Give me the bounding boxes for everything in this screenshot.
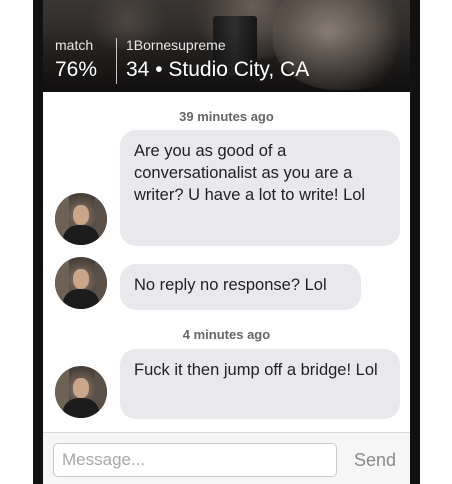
message-bubble: Are you as good of a conversationalist a… — [120, 130, 400, 246]
profile-header[interactable]: match 76% 1Bornesupreme 34 • Studio City… — [43, 0, 410, 92]
message-timestamp: 4 minutes ago — [182, 327, 271, 342]
sender-avatar[interactable] — [55, 257, 107, 309]
message-bubble: Fuck it then jump off a bridge! Lol — [120, 349, 400, 419]
margin-left — [0, 0, 36, 484]
phone-bezel-left — [33, 0, 43, 484]
avatar-body — [63, 225, 99, 245]
profile-age-location: 34 • Studio City, CA — [126, 58, 310, 81]
chat-screen: match 76% 1Bornesupreme 34 • Studio City… — [43, 0, 410, 484]
send-button[interactable]: Send — [347, 443, 403, 477]
avatar-face — [73, 205, 89, 225]
match-percentage: 76% — [55, 58, 98, 81]
message-timestamp: 39 minutes ago — [179, 109, 274, 124]
header-divider — [116, 38, 117, 84]
screenshot: match 76% 1Bornesupreme 34 • Studio City… — [0, 0, 452, 484]
avatar-face — [73, 269, 89, 289]
avatar-body — [63, 398, 99, 418]
message-bubble: No reply no response? Lol — [120, 264, 361, 310]
message-input[interactable] — [53, 443, 337, 477]
phone-bezel-right — [410, 0, 420, 484]
sender-avatar[interactable] — [55, 366, 107, 418]
profile-username: 1Bornesupreme — [126, 37, 226, 53]
avatar-body — [63, 289, 99, 309]
message-composer: Send — [43, 432, 410, 484]
avatar-face — [73, 378, 89, 398]
sender-avatar[interactable] — [55, 193, 107, 245]
match-label: match — [55, 37, 94, 53]
